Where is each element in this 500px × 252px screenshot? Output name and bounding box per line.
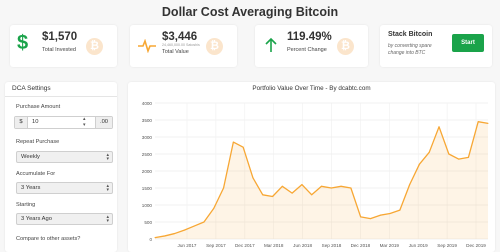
select-arrows-icon: ▴ ▾: [106, 183, 109, 193]
data-point: [360, 216, 362, 218]
chart-title: Portfolio Value Over Time - By dcabtc.co…: [252, 85, 371, 92]
data-point: [321, 185, 322, 187]
data-point: [428, 151, 430, 153]
data-point: [301, 184, 303, 186]
data-point: [154, 237, 156, 239]
purchase-amount-group: $ 10 ▴ ▾ .00: [14, 116, 113, 129]
total-invested-card: $ $1,570 Total Invested ₿: [10, 25, 117, 67]
accumulate-for-label: Accumulate For: [16, 171, 56, 177]
total-value-value: $3,446: [162, 31, 198, 43]
compare-assets-label: Compare to other assets?: [16, 236, 81, 242]
data-point: [418, 163, 420, 165]
chart-panel: Portfolio Value Over Time - By dcabtc.co…: [128, 82, 495, 252]
data-point: [183, 229, 185, 231]
data-point: [389, 213, 391, 214]
starting-value: 3 Years Ago: [21, 216, 52, 222]
starting-label: Starting: [16, 202, 36, 208]
dca-settings-panel: DCA Settings Purchase Amount $ 10 ▴ ▾ .00…: [5, 82, 117, 252]
data-point: [213, 207, 215, 209]
repeat-purchase-label: Repeat Purchase: [16, 139, 60, 145]
data-point: [281, 185, 283, 187]
select-arrows-icon: ▴ ▾: [106, 214, 109, 224]
dca-settings-header: DCA Settings: [5, 82, 117, 97]
stack-bitcoin-title: Stack Bitcoin: [388, 31, 433, 38]
stack-bitcoin-desc-1: by converting spare: [388, 43, 432, 49]
pulse-icon: [138, 39, 156, 53]
total-value-satoshis: 24,460,000.00 Satoshis: [162, 43, 200, 47]
y-tick-label: 2500: [142, 152, 153, 157]
data-point: [350, 187, 352, 189]
data-point: [467, 156, 469, 158]
data-point: [409, 184, 411, 186]
currency-prefix: $: [15, 117, 28, 128]
data-point: [291, 192, 293, 194]
accumulate-for-select[interactable]: 3 Years ▴ ▾: [16, 182, 113, 194]
data-point: [272, 196, 274, 197]
repeat-purchase-value: Weekly: [21, 154, 40, 160]
repeat-purchase-select[interactable]: Weekly ▴ ▾: [16, 151, 113, 163]
data-point: [438, 126, 440, 128]
total-value-label: Total Value: [162, 49, 189, 55]
data-point: [203, 221, 205, 223]
percent-change-card: 119.49% Percent Change ₿: [255, 25, 368, 67]
data-point: [232, 141, 234, 143]
data-point: [487, 122, 489, 124]
y-tick-label: 1500: [142, 186, 153, 191]
starting-select[interactable]: 3 Years Ago ▴ ▾: [16, 213, 113, 225]
y-tick-label: 1000: [142, 203, 153, 208]
data-point: [369, 218, 371, 220]
start-button[interactable]: Start: [452, 34, 484, 52]
select-arrows-icon: ▴ ▾: [106, 152, 109, 162]
purchase-amount-label: Purchase Amount: [16, 104, 61, 110]
y-tick-label: 500: [144, 220, 152, 225]
page-title: Dollar Cost Averaging Bitcoin: [161, 5, 339, 19]
y-tick-label: 3500: [142, 118, 153, 123]
y-tick-label: 4000: [142, 101, 153, 106]
data-point: [458, 158, 460, 160]
accumulate-for-value: 3 Years: [21, 185, 41, 191]
data-point: [193, 225, 195, 227]
data-point: [330, 187, 332, 189]
y-tick-label: 2000: [142, 169, 153, 174]
data-point: [379, 214, 381, 216]
data-point: [340, 185, 342, 187]
total-invested-label: Total Invested: [42, 47, 76, 53]
purchase-amount-input[interactable]: 10: [32, 117, 38, 128]
data-point: [399, 209, 401, 211]
data-point: [242, 146, 244, 148]
data-point: [174, 233, 176, 235]
data-point: [262, 194, 264, 196]
total-invested-value: $1,570: [42, 31, 78, 43]
bitcoin-coin-icon: ₿: [337, 38, 354, 55]
cents-suffix: .00: [95, 117, 112, 128]
data-point: [448, 153, 450, 155]
data-point: [223, 187, 225, 189]
dollar-icon: $: [17, 32, 29, 54]
bitcoin-coin-icon: ₿: [206, 38, 223, 55]
percent-change-label: Percent Change: [287, 47, 327, 53]
data-point: [311, 194, 313, 196]
data-point: [477, 121, 479, 123]
stack-bitcoin-desc-2: change into BTC: [388, 50, 426, 56]
amount-stepper-icon[interactable]: ▴ ▾: [83, 116, 86, 128]
bitcoin-coin-icon: ₿: [86, 38, 103, 55]
y-tick-label: 0: [149, 237, 152, 242]
percent-change-value: 119.49%: [287, 31, 332, 43]
arrow-up-icon: [265, 37, 277, 52]
total-value-card: $3,446 24,460,000.00 Satoshis Total Valu…: [130, 25, 237, 67]
y-tick-label: 3000: [142, 135, 153, 140]
data-point: [164, 235, 166, 237]
data-point: [252, 177, 254, 179]
portfolio-chart: 05001000150020002500300035004000Jun 2017…: [142, 101, 489, 248]
